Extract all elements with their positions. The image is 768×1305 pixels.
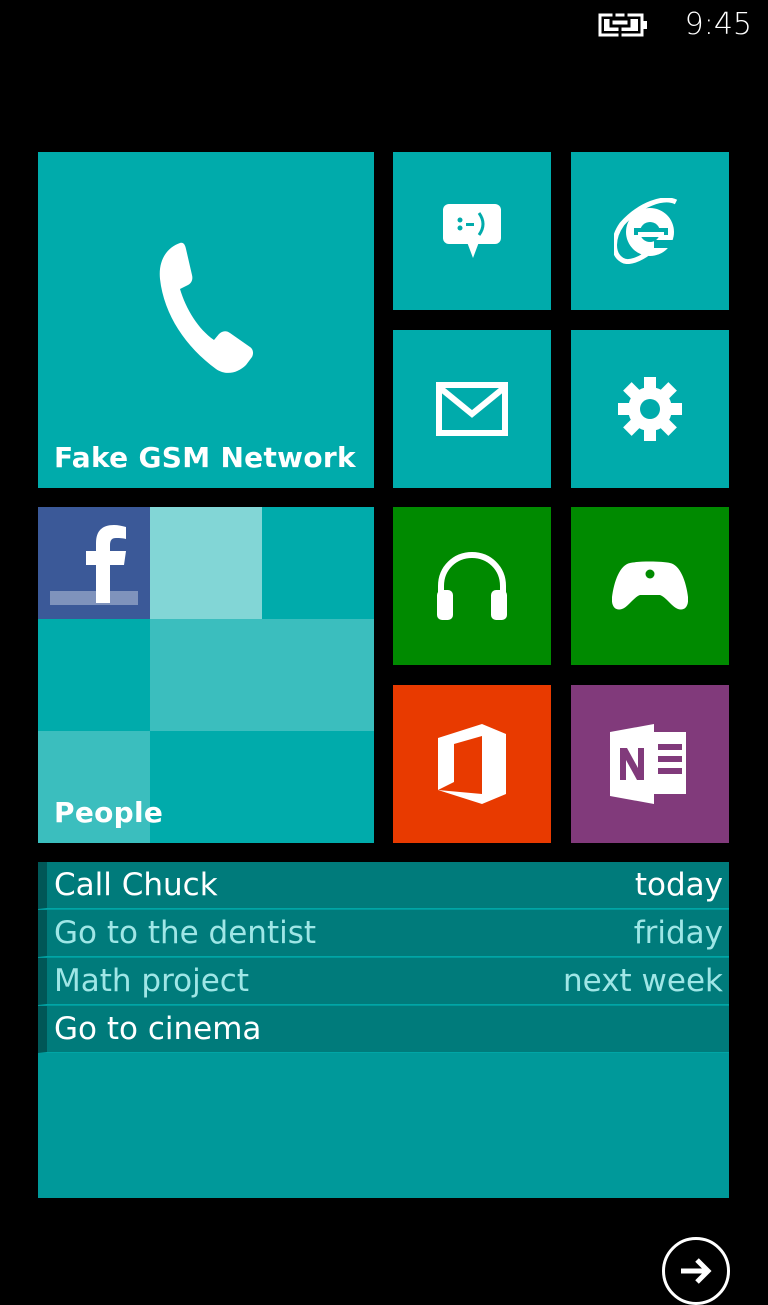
task-row[interactable]: Math project next week	[38, 958, 729, 1005]
contact-photo	[150, 507, 262, 619]
task-due: next week	[563, 963, 723, 999]
settings-tile[interactable]	[571, 330, 729, 488]
arrow-right-icon	[681, 1258, 712, 1284]
game-controller-icon	[612, 561, 688, 610]
music-tile[interactable]	[393, 507, 551, 665]
facebook-photo	[38, 507, 150, 619]
all-apps-button[interactable]	[662, 1237, 730, 1305]
messaging-tile[interactable]	[393, 152, 551, 310]
task-due: today	[634, 867, 723, 903]
task-row[interactable]: Call Chuck today	[38, 862, 729, 909]
contact-photo	[150, 731, 374, 843]
games-tile[interactable]	[571, 507, 729, 665]
gear-icon	[618, 377, 682, 441]
messaging-icon	[443, 204, 501, 258]
battery-charging-icon	[598, 11, 647, 39]
task-due: friday	[633, 915, 723, 951]
clock-time: 9:45	[684, 7, 752, 42]
contact-photo	[38, 619, 150, 731]
contact-photo	[262, 507, 374, 619]
task-title: Call Chuck	[54, 867, 218, 903]
task-row[interactable]: Go to cinema	[38, 1006, 729, 1053]
office-icon	[438, 724, 506, 804]
task-title: Go to the dentist	[54, 915, 317, 951]
status-bar: 9:45	[0, 0, 768, 50]
onenote-icon	[610, 724, 686, 804]
task-row[interactable]: Go to the dentist friday	[38, 910, 729, 957]
onenote-tile[interactable]	[571, 685, 729, 843]
internet-explorer-tile[interactable]	[571, 152, 729, 310]
people-tile[interactable]: People	[38, 507, 374, 843]
phone-tile-label: Fake GSM Network	[54, 441, 356, 474]
task-title: Math project	[54, 963, 249, 999]
mail-icon	[436, 382, 508, 436]
office-tile[interactable]	[393, 685, 551, 843]
phone-tile[interactable]: Fake GSM Network	[38, 152, 374, 488]
people-tile-label: People	[54, 796, 164, 829]
contact-photo	[150, 619, 374, 731]
mail-tile[interactable]	[393, 330, 551, 488]
headphones-icon	[437, 551, 507, 620]
tasks-tile[interactable]: Call Chuck today Go to the dentist frida…	[38, 862, 729, 1198]
internet-explorer-icon	[614, 198, 678, 264]
facebook-icon	[50, 525, 138, 605]
task-title: Go to cinema	[54, 1011, 262, 1047]
phone-icon	[159, 242, 254, 373]
